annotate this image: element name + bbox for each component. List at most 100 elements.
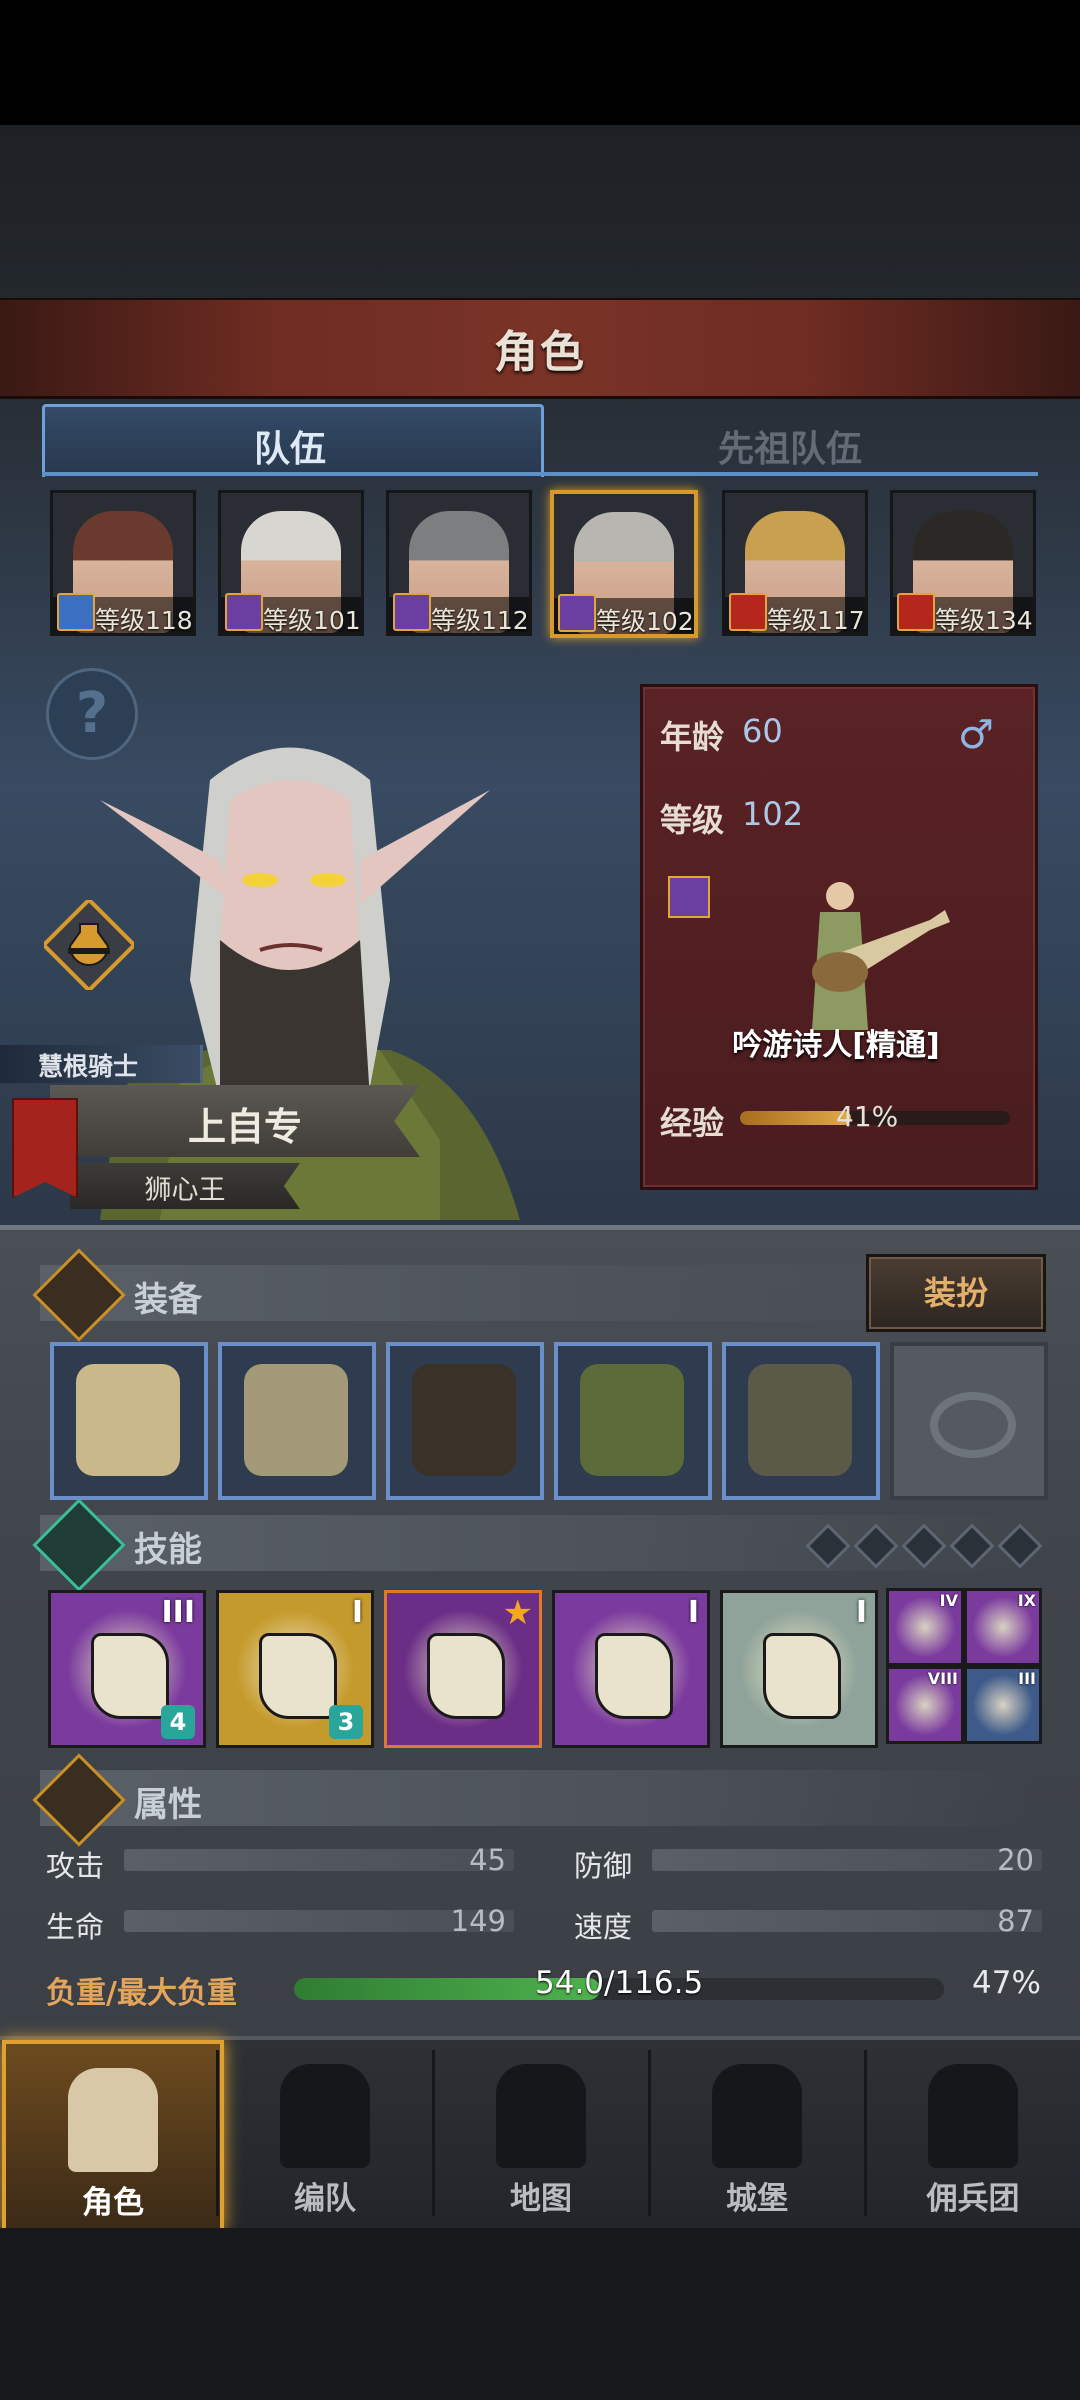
hero-level: 等级101 bbox=[263, 606, 361, 635]
lance-icon bbox=[244, 1364, 348, 1476]
nav-knight[interactable]: 角色 bbox=[2, 2040, 224, 2232]
exp-percent: 41% bbox=[836, 1100, 899, 1133]
nav-label: 角色 bbox=[82, 2185, 144, 2221]
skill-rank: IX bbox=[1017, 1591, 1036, 1610]
class-badge-icon bbox=[558, 594, 596, 632]
mercenary-banner-icon bbox=[928, 2064, 1018, 2168]
status-bar bbox=[0, 0, 1080, 125]
character-title: 狮心王 bbox=[144, 1175, 226, 1206]
castle-icon bbox=[712, 2064, 802, 2168]
ring-icon bbox=[930, 1392, 1016, 1458]
character-rank: 慧根骑士 bbox=[38, 1052, 139, 1081]
boots-icon bbox=[748, 1364, 852, 1476]
page-title: 角色 bbox=[494, 327, 586, 378]
helmet-slot[interactable] bbox=[386, 1342, 544, 1500]
hood-icon bbox=[412, 1364, 516, 1476]
weapon-slot-1[interactable] bbox=[50, 1342, 208, 1500]
tunic-icon bbox=[580, 1364, 684, 1476]
ring-slot[interactable] bbox=[890, 1342, 1048, 1500]
skill-rank: I bbox=[351, 1595, 363, 1630]
helmet-formation-icon bbox=[280, 2064, 370, 2168]
load-label: 负重/最大负重 bbox=[46, 1976, 237, 2011]
skill-slot[interactable]: I3 bbox=[216, 1590, 374, 1748]
skill-glyph-icon bbox=[427, 1633, 505, 1719]
skill-rank: IV bbox=[939, 1591, 958, 1610]
age-label: 年龄 bbox=[660, 718, 725, 756]
skill-slot[interactable]: I bbox=[720, 1590, 878, 1748]
exp-bar-fill bbox=[740, 1111, 851, 1125]
tab-underline bbox=[42, 472, 1038, 476]
nav-castle[interactable]: 城堡 bbox=[650, 2040, 864, 2224]
class-badge-icon bbox=[225, 593, 263, 631]
attributes-title: 属性 bbox=[134, 1785, 202, 1825]
level-value: 102 bbox=[742, 795, 804, 833]
hero-card[interactable]: 等级117 bbox=[722, 490, 868, 636]
defense-label: 防御 bbox=[574, 1849, 633, 1883]
skill-rank: III bbox=[161, 1595, 196, 1630]
age-value: 60 bbox=[742, 712, 783, 750]
speed-value: 87 bbox=[997, 1904, 1034, 1938]
skill-glyph-icon bbox=[763, 1633, 841, 1719]
male-icon: ♂ bbox=[958, 712, 994, 758]
nav-mercenary-banner[interactable]: 佣兵团 bbox=[866, 2040, 1080, 2224]
load-value: 54.0/116.5 bbox=[535, 1965, 704, 2001]
hero-card[interactable]: 等级118 bbox=[50, 490, 196, 636]
skill-level-badge: 4 bbox=[161, 1705, 195, 1739]
hp-label: 生命 bbox=[46, 1910, 105, 1944]
dress-button[interactable]: 装扮 bbox=[866, 1254, 1046, 1332]
attack-label: 攻击 bbox=[46, 1849, 105, 1883]
character-name[interactable]: 上自专 bbox=[120, 1096, 370, 1151]
nav-label: 编队 bbox=[294, 2181, 356, 2217]
bard-class-icon bbox=[668, 876, 710, 918]
nav-label: 城堡 bbox=[726, 2181, 788, 2217]
tab-ancestor-team[interactable]: 先祖队伍 bbox=[540, 420, 1040, 472]
skill-glyph-icon bbox=[91, 1633, 169, 1719]
skill-rank: VIII bbox=[927, 1669, 958, 1688]
passive-skill-slot[interactable]: III bbox=[964, 1666, 1042, 1744]
boots-slot[interactable] bbox=[722, 1342, 880, 1500]
defense-value: 20 bbox=[997, 1843, 1034, 1877]
lance-icon bbox=[76, 1364, 180, 1476]
hp-value: 149 bbox=[450, 1904, 506, 1938]
skill-rank: I bbox=[855, 1595, 867, 1630]
hero-level: 等级112 bbox=[431, 606, 529, 635]
skill-level-badge: 3 bbox=[329, 1705, 363, 1739]
class-badge-icon bbox=[393, 593, 431, 631]
nav-separator bbox=[216, 2050, 219, 2216]
skill-slot[interactable]: ★ bbox=[384, 1590, 542, 1748]
knight-icon bbox=[68, 2068, 158, 2172]
weapon-slot-2[interactable] bbox=[218, 1342, 376, 1500]
load-percent: 47% bbox=[972, 1965, 1041, 2001]
exp-label: 经验 bbox=[660, 1104, 725, 1142]
nav-label: 佣兵团 bbox=[926, 2181, 1020, 2217]
nav-helmet-formation[interactable]: 编队 bbox=[218, 2040, 432, 2224]
skill-slot[interactable]: III 4 bbox=[48, 1590, 206, 1748]
star-icon: ★ bbox=[502, 1593, 533, 1633]
skill-glyph-icon bbox=[259, 1633, 337, 1719]
speed-label: 速度 bbox=[574, 1910, 633, 1944]
skills-title: 技能 bbox=[134, 1530, 202, 1570]
attack-value: 45 bbox=[469, 1843, 506, 1877]
class-badge-icon bbox=[57, 593, 95, 631]
hero-card[interactable]: 等级101 bbox=[218, 490, 364, 636]
passive-skill-slot[interactable]: IX bbox=[964, 1588, 1042, 1666]
hero-card[interactable]: 等级134 bbox=[890, 490, 1036, 636]
passive-skill-slot[interactable]: VIII bbox=[886, 1666, 964, 1744]
skill-rank: III bbox=[1018, 1669, 1036, 1688]
level-label: 等级 bbox=[660, 801, 725, 839]
nav-label: 地图 bbox=[510, 2181, 572, 2217]
hero-card[interactable]: 等级112 bbox=[386, 490, 532, 636]
armor-slot[interactable] bbox=[554, 1342, 712, 1500]
class-name: 吟游诗人[精通] bbox=[732, 1028, 940, 1063]
nav-separator bbox=[432, 2050, 435, 2216]
equipment-title: 装备 bbox=[134, 1280, 202, 1320]
nav-compass-map[interactable]: 地图 bbox=[434, 2040, 648, 2224]
skill-slot[interactable]: I bbox=[552, 1590, 710, 1748]
hero-card[interactable]: 等级102 bbox=[550, 490, 698, 638]
nav-separator bbox=[864, 2050, 867, 2216]
nav-separator bbox=[648, 2050, 651, 2216]
passive-skill-slot[interactable]: IV bbox=[886, 1588, 964, 1666]
hero-level: 等级118 bbox=[95, 606, 193, 635]
class-badge-icon bbox=[729, 593, 767, 631]
tab-team-label[interactable]: 队伍 bbox=[42, 420, 538, 472]
